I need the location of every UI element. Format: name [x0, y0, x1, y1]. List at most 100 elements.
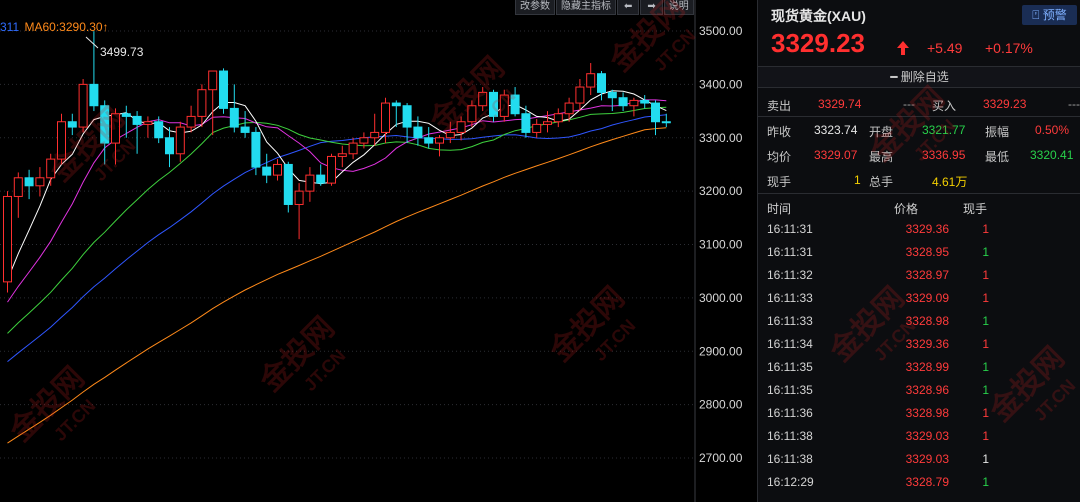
price-tick-label: 3300.00: [699, 131, 743, 145]
candlestick: [100, 100, 110, 165]
tick-time: 16:11:31: [767, 222, 813, 236]
candle-body: [121, 113, 131, 117]
candlestick: [499, 89, 509, 122]
candle-body: [370, 131, 380, 139]
tick-time: 16:11:32: [767, 268, 813, 282]
tick-time: 16:11:35: [767, 383, 813, 397]
sell-label: 卖出: [767, 99, 792, 113]
candle-body: [46, 158, 56, 179]
candlestick: [78, 79, 88, 133]
tick-price: 3328.99: [905, 360, 949, 374]
candlestick: [240, 111, 250, 138]
kline-chart[interactable]: 3500.00 3400.00 3300.00 3200.00 3100.00 3000.…: [0, 0, 757, 502]
candlestick: [521, 105, 531, 138]
candle-body: [219, 70, 228, 109]
candle-body: [489, 91, 498, 117]
tick-time: 16:11:38: [767, 429, 813, 443]
tick-time: 16:11:35: [767, 360, 813, 374]
hide-main-indicator-button[interactable]: 隐藏主指标: [556, 0, 616, 15]
help-button[interactable]: 说明: [663, 0, 694, 15]
candle-body: [424, 137, 434, 144]
candle-body: [467, 105, 477, 123]
tick-price: 3329.03: [905, 429, 949, 443]
tick-time: 16:11:33: [767, 314, 813, 328]
up-arrow-icon: [897, 41, 909, 55]
tick-volume: 1: [982, 475, 989, 489]
candle-body: [143, 121, 153, 125]
chart-toolbar: 改参数 隐藏主指标 ⬅ ➡ 说明: [514, 0, 694, 15]
candle-body: [651, 102, 660, 123]
price-axis: 3500.00 3400.00 3300.00 3200.00 3100.00 3000.…: [699, 24, 743, 465]
arrow-right-icon[interactable]: ➡: [640, 0, 663, 15]
candlestick: [467, 100, 477, 128]
instrument-title: 现货黄金(XAU): [771, 8, 866, 24]
candlestick: [586, 63, 596, 96]
candle-body: [208, 70, 218, 91]
remove-watchlist-button[interactable]: ━ 删除自选: [758, 66, 1080, 88]
divider: [758, 193, 1080, 194]
tick-price: 3329.03: [905, 452, 949, 466]
tick-row: 16:11:32 3328.97 1: [758, 264, 1080, 287]
tick-price: 3328.95: [905, 245, 949, 259]
candle-body: [132, 115, 142, 125]
high-label: 最高: [869, 150, 894, 164]
candlestick: [294, 183, 304, 240]
tick-volume: 1: [982, 337, 989, 351]
candlesticks: [3, 31, 671, 293]
candlestick: [661, 113, 671, 128]
price-alert-button[interactable]: ⍞ 预警: [1022, 5, 1077, 25]
tick-time: 16:11:38: [767, 452, 813, 466]
tick-volume: 1: [982, 268, 989, 282]
candle-body: [510, 94, 520, 115]
tick-price: 3329.36: [905, 222, 949, 236]
price-tick-label: 3000.00: [699, 291, 743, 305]
candle-body: [3, 195, 12, 283]
current-volume-value: 1: [854, 173, 861, 187]
kline-chart-area[interactable]: 3500.00 3400.00 3300.00 3200.00 3100.00 3000.…: [0, 0, 757, 502]
edit-params-button[interactable]: 改参数: [515, 0, 555, 15]
alert-label: 预警: [1042, 8, 1067, 22]
candlestick: [219, 68, 228, 114]
candlestick: [89, 31, 99, 112]
candle-body: [273, 163, 282, 176]
candlestick: [283, 161, 293, 213]
candlestick: [370, 113, 380, 146]
candle-body: [456, 121, 466, 133]
candlestick: [629, 97, 639, 117]
max-price-label: 3499.73: [100, 45, 144, 59]
candlestick: [337, 145, 347, 168]
candlestick: [543, 111, 552, 133]
low-value: 3320.41: [1030, 148, 1074, 162]
prev-close-value: 3323.74: [814, 123, 858, 137]
candlestick: [532, 119, 542, 138]
quote-panel: 现货黄金(XAU) ⍞ 预警 3329.23 +5.49 +0.17% ━ 删除…: [757, 0, 1080, 502]
arrow-left-icon[interactable]: ⬅: [617, 0, 640, 15]
ma-legend-a: 311: [0, 20, 20, 34]
candlestick: [316, 164, 326, 186]
candle-body: [586, 73, 596, 88]
candle-body: [402, 105, 412, 128]
candle-body: [67, 121, 77, 128]
price-tick-label: 2900.00: [699, 344, 743, 358]
candlestick: [111, 108, 120, 165]
tick-volume: 1: [982, 360, 989, 374]
candle-body: [391, 102, 401, 107]
candle-body: [661, 121, 671, 124]
buy-volume: ---: [1068, 97, 1080, 111]
candlestick: [143, 116, 153, 138]
candle-body: [478, 91, 488, 107]
max-price-annotation: 3499.73: [85, 36, 144, 59]
tick-volume: 1: [982, 406, 989, 420]
candle-body: [229, 107, 239, 128]
candlestick: [348, 137, 358, 160]
candlestick: [121, 105, 131, 138]
candlestick: [186, 105, 196, 133]
remove-watchlist-label: 删除自选: [900, 70, 949, 84]
candle-body: [294, 190, 304, 205]
candlestick: [35, 167, 45, 197]
buy-label: 买入: [932, 99, 957, 113]
candlestick: [640, 95, 650, 109]
candlestick: [273, 159, 282, 181]
candlestick: [229, 84, 239, 133]
low-label: 最低: [985, 150, 1010, 164]
